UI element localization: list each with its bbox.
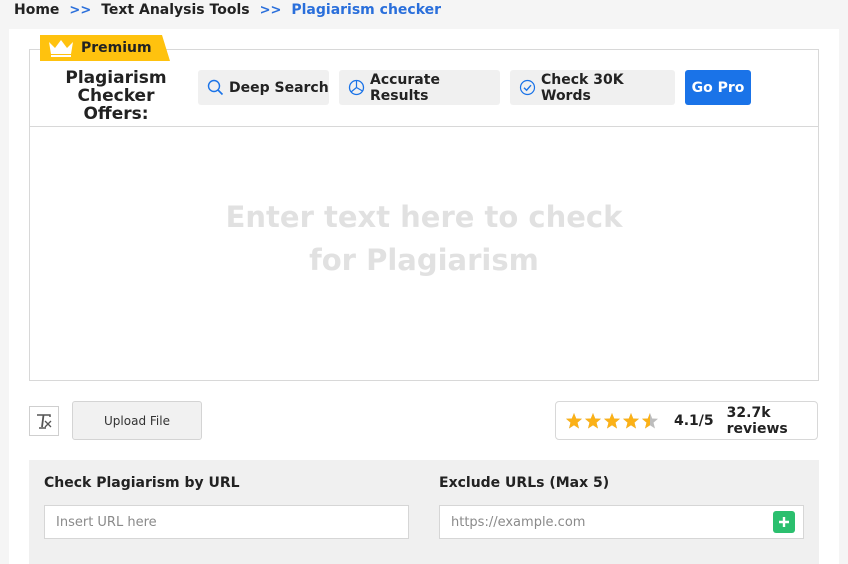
rating-value: 4.1/5 <box>674 412 714 429</box>
go-pro-button[interactable]: Go Pro <box>685 70 751 105</box>
offers-title: Plagiarism Checker Offers: <box>44 69 188 123</box>
breadcrumb-separator: >> <box>69 2 92 18</box>
check-circle-icon <box>519 79 536 96</box>
offers-title-line2: Checker Offers: <box>77 86 155 124</box>
star-icon <box>623 412 639 428</box>
star-icon <box>642 412 658 428</box>
feature-label: Deep Search <box>229 79 329 96</box>
check-url-label: Check Plagiarism by URL <box>44 475 240 491</box>
feature-check-30k-words: Check 30K Words <box>510 70 675 105</box>
upload-file-button[interactable]: Upload File <box>72 401 202 440</box>
offers-title-line1: Plagiarism <box>65 68 167 88</box>
breadcrumb-current: Plagiarism checker <box>291 2 442 18</box>
exclude-urls-label: Exclude URLs (Max 5) <box>439 475 610 491</box>
premium-label: Premium <box>81 40 152 56</box>
breadcrumb: Home >> Text Analysis Tools >> Plagiaris… <box>14 1 441 19</box>
exclude-url-input[interactable] <box>439 505 804 539</box>
plus-icon <box>779 517 789 527</box>
clear-format-button[interactable] <box>29 406 59 436</box>
star-icon <box>566 412 582 428</box>
breadcrumb-home[interactable]: Home <box>14 2 59 18</box>
check-url-input[interactable] <box>44 505 409 539</box>
clear-format-icon <box>37 414 52 429</box>
feature-deep-search: Deep Search <box>198 70 329 105</box>
add-exclude-url-button[interactable] <box>773 511 795 533</box>
rating-box: 4.1/5 32.7k reviews <box>555 401 818 440</box>
breadcrumb-separator: >> <box>259 2 282 18</box>
star-icon <box>604 412 620 428</box>
search-icon <box>207 79 224 96</box>
feature-label: Check 30K Words <box>541 71 624 104</box>
url-section: Check Plagiarism by URL Exclude URLs (Ma… <box>29 460 819 564</box>
plagiarism-text-input[interactable] <box>31 127 817 379</box>
premium-badge: Premium <box>40 35 170 61</box>
crown-icon <box>49 40 73 57</box>
reviews-count: 32.7k reviews <box>726 404 788 437</box>
star-icon <box>585 412 601 428</box>
breadcrumb-text-analysis-tools[interactable]: Text Analysis Tools <box>101 2 249 18</box>
feature-accurate-results: Accurate Results <box>339 70 500 105</box>
rating-stars <box>565 412 660 430</box>
feature-label: Accurate Results <box>370 71 440 104</box>
pie-chart-icon <box>348 79 365 96</box>
